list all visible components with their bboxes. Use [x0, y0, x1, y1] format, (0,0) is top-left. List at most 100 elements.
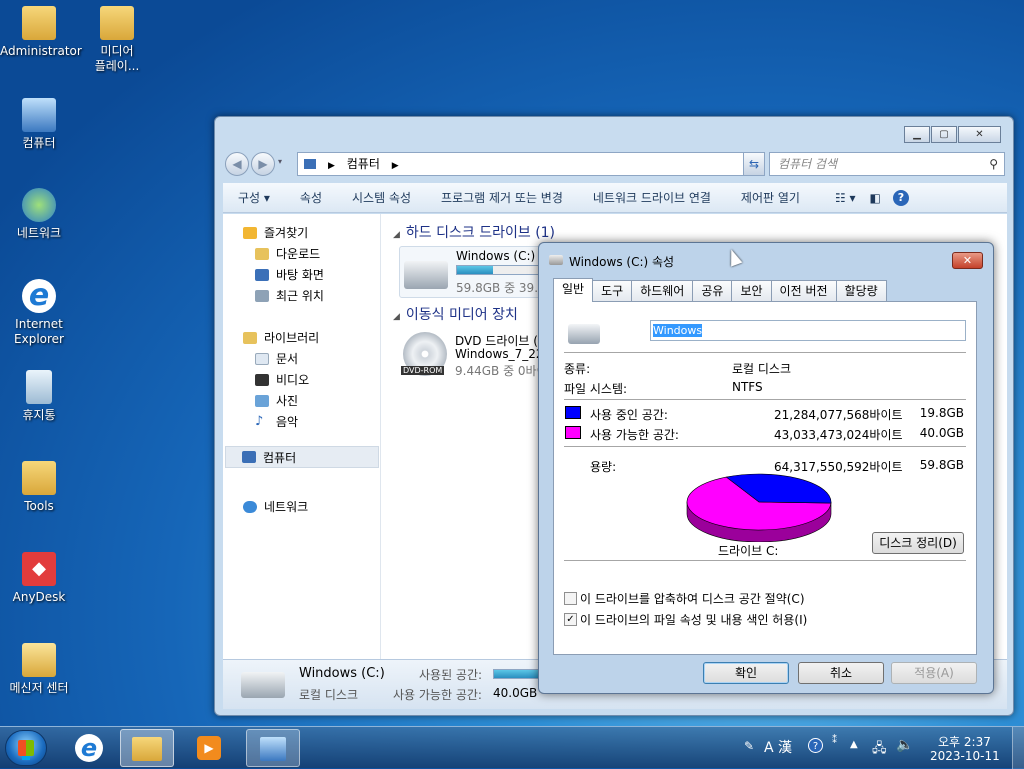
drive-name: Windows (C:): [456, 249, 536, 263]
ok-button[interactable]: 확인: [703, 662, 789, 684]
desktop-icon-recycle-bin[interactable]: 휴지통: [0, 370, 78, 423]
nav-pictures[interactable]: 사진: [255, 392, 298, 409]
desktop-icon-network[interactable]: 네트워크: [0, 188, 78, 241]
preview-pane-icon[interactable]: ◧: [862, 191, 889, 205]
nav-label: 비디오: [276, 373, 310, 387]
desktop-icon-ie[interactable]: e Internet Explorer: [0, 279, 78, 347]
index-checkbox[interactable]: ✓: [564, 613, 577, 626]
group-header-removable[interactable]: ◢ 이동식 미디어 장치: [393, 304, 518, 324]
close-button[interactable]: ✕: [958, 126, 1001, 143]
apply-button[interactable]: 적용(A): [891, 662, 977, 684]
breadcrumb-separator[interactable]: ▶: [328, 161, 335, 171]
desktop-icon-label: 컴퓨터: [22, 136, 56, 150]
maximize-button[interactable]: ▢: [931, 126, 957, 143]
view-options-icon[interactable]: ☷ ▾: [829, 191, 862, 205]
map-network-drive-button[interactable]: 네트워크 드라이브 연결: [578, 189, 726, 206]
minimize-button[interactable]: ▁: [904, 126, 930, 143]
recent-pages-dropdown[interactable]: ▾: [278, 157, 282, 166]
compress-checkbox[interactable]: [564, 592, 577, 605]
dvd-drive-item[interactable]: DVD-ROM DVD 드라이브 ( Windows_7_22i 9.44GB …: [399, 330, 549, 384]
tab-sharing[interactable]: 공유: [692, 280, 733, 301]
hard-drive-icon: [241, 672, 285, 698]
back-button[interactable]: ◀: [225, 152, 249, 176]
ime-options-icon[interactable]: ⁑: [832, 735, 837, 746]
documents-icon: [255, 352, 269, 365]
clock-time[interactable]: 오후 2:37: [938, 733, 991, 750]
nav-favorites[interactable]: 즐겨찾기: [243, 224, 308, 241]
group-title: 이동식 미디어 장치: [405, 307, 518, 323]
tab-general[interactable]: 일반: [553, 278, 594, 302]
desktop-icon-tools[interactable]: Tools: [0, 461, 78, 514]
search-input[interactable]: 컴퓨터 검색 ⚲: [769, 152, 1005, 176]
show-hidden-icons-button[interactable]: ▲: [850, 739, 858, 750]
drive-icon: [568, 324, 600, 344]
pictures-icon: [255, 394, 269, 407]
desktop-icon-label: Internet Explorer: [14, 317, 64, 346]
desktop-icon-computer[interactable]: 컴퓨터: [0, 98, 78, 151]
group-title: 하드 디스크 드라이브 (1): [405, 225, 556, 241]
compress-label[interactable]: 이 드라이브를 압축하여 디스크 공간 절약(C): [580, 590, 805, 607]
search-icon[interactable]: ⚲: [989, 153, 998, 175]
desktop-icon-messenger[interactable]: 메신저 센터: [0, 643, 78, 696]
nav-documents[interactable]: 문서: [255, 350, 298, 367]
taskbar-media-player[interactable]: ▶: [182, 729, 236, 767]
forward-button[interactable]: ▶: [251, 152, 275, 176]
volume-name-input[interactable]: Windows: [650, 320, 966, 341]
details-free-label: 사용 가능한 공간:: [393, 688, 482, 702]
desktop-icon-anydesk[interactable]: ◆ AnyDesk: [0, 552, 78, 605]
drive-c-item[interactable]: Windows (C:) 59.8GB 중 39.9G: [399, 246, 566, 298]
taskbar-explorer[interactable]: [120, 729, 174, 767]
uninstall-program-button[interactable]: 프로그램 제거 또는 변경: [426, 189, 578, 206]
clock-date[interactable]: 2023-10-11: [930, 749, 1000, 763]
breadcrumb-separator[interactable]: ▶: [392, 161, 399, 171]
ime-help-icon[interactable]: ?: [808, 738, 823, 753]
taskbar: e ▶ ✎ A 漢 ? ⁑ ▲ 🖧 🔈 오후 2:37 2023-10-11: [0, 726, 1024, 769]
network-status-icon[interactable]: 🖧: [872, 739, 887, 761]
disk-cleanup-button[interactable]: 디스크 정리(D): [872, 532, 964, 554]
start-button[interactable]: [5, 730, 47, 766]
properties-button[interactable]: 속성: [285, 189, 337, 206]
desktop-icon-administrator[interactable]: Administrator: [0, 6, 82, 59]
breadcrumb-computer[interactable]: 컴퓨터: [347, 157, 380, 171]
taskbar-internet-explorer[interactable]: e: [62, 729, 116, 767]
tab-tools[interactable]: 도구: [592, 280, 633, 301]
dvd-volume-label: Windows_7_22i: [455, 347, 547, 361]
nav-downloads[interactable]: 다운로드: [255, 245, 320, 262]
volume-icon[interactable]: 🔈: [896, 737, 913, 753]
show-desktop-button[interactable]: [1012, 727, 1024, 769]
refresh-button[interactable]: ⇆: [743, 152, 765, 176]
properties-dialog: Windows (C:) 속성 ✕ 일반 도구 하드웨어 공유 보안 이전 버전…: [538, 242, 994, 694]
tab-quota[interactable]: 할당량: [835, 280, 887, 301]
used-space-bytes: 21,284,077,568바이트: [774, 408, 903, 422]
group-header-hdd[interactable]: ◢ 하드 디스크 드라이브 (1): [393, 222, 555, 242]
taskbar-computer[interactable]: [246, 729, 300, 767]
desktop-icon-media-player[interactable]: 미디어 플레이...: [78, 6, 156, 74]
open-control-panel-button[interactable]: 제어판 열기: [726, 189, 815, 206]
system-properties-button[interactable]: 시스템 속성: [337, 189, 426, 206]
media-player-shortcut-icon: [100, 6, 134, 40]
nav-computer[interactable]: 컴퓨터: [225, 446, 379, 468]
nav-video[interactable]: 비디오: [255, 371, 309, 388]
tab-hardware[interactable]: 하드웨어: [631, 280, 694, 301]
help-icon[interactable]: ?: [889, 189, 913, 206]
dialog-close-button[interactable]: ✕: [952, 252, 983, 269]
tab-security[interactable]: 보안: [731, 280, 772, 301]
capacity-label: 용량:: [590, 460, 617, 474]
address-bar[interactable]: ▶ 컴퓨터 ▶ ▼: [297, 152, 757, 176]
filesystem-label: 파일 시스템:: [564, 382, 628, 396]
nav-network[interactable]: 네트워크: [243, 498, 308, 515]
language-bar-icon[interactable]: ✎: [744, 739, 754, 753]
windows-logo-icon: [18, 740, 34, 756]
index-label[interactable]: 이 드라이브의 파일 속성 및 내용 색인 허용(I): [580, 611, 807, 628]
nav-desktop[interactable]: 바탕 화면: [255, 266, 324, 283]
window-controls: ▁ ▢ ✕: [903, 126, 1001, 143]
tab-previous-versions[interactable]: 이전 버전: [770, 280, 837, 301]
organize-button[interactable]: 구성 ▾: [223, 189, 285, 206]
nav-libraries[interactable]: 라이브러리: [243, 329, 319, 346]
cancel-button[interactable]: 취소: [798, 662, 884, 684]
nav-music[interactable]: ♪ 음악: [255, 413, 298, 430]
nav-recent[interactable]: 최근 위치: [255, 287, 324, 304]
drive-label: 드라이브 C:: [718, 544, 779, 558]
ime-indicator[interactable]: A 漢: [764, 737, 792, 757]
type-label: 종류:: [564, 362, 591, 376]
